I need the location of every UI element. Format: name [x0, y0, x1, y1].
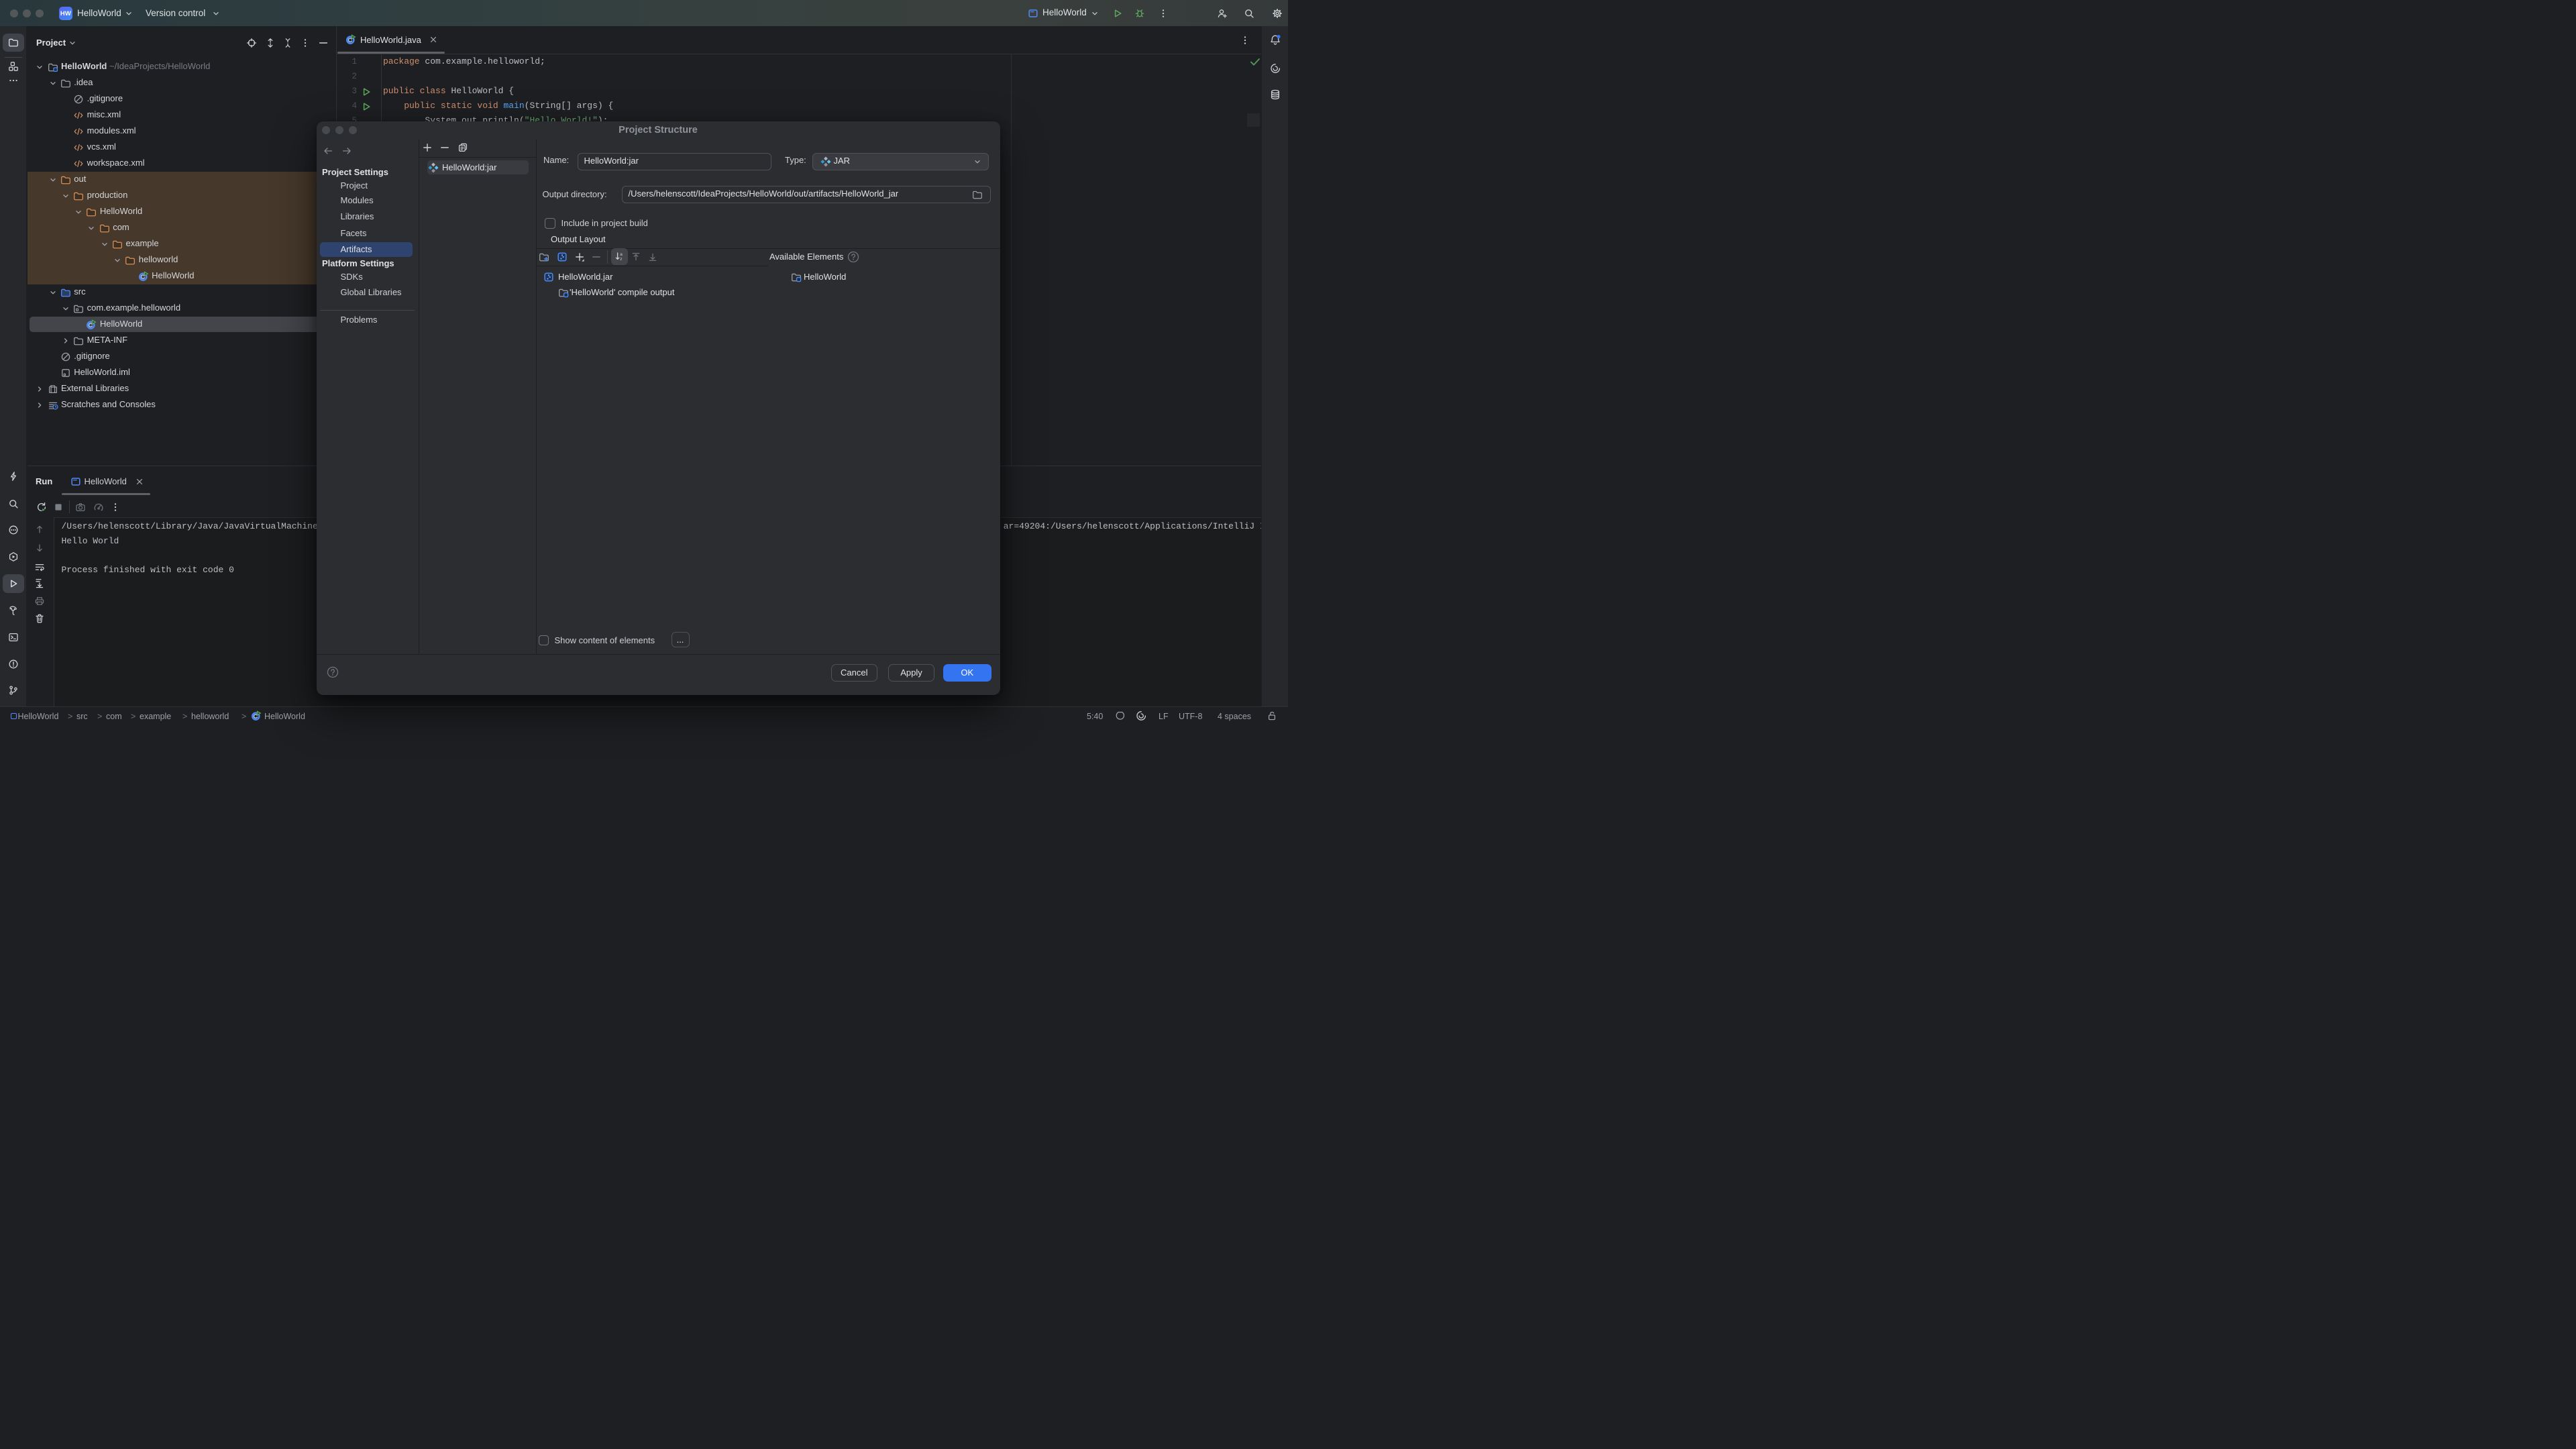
svg-text:z: z — [620, 257, 622, 262]
